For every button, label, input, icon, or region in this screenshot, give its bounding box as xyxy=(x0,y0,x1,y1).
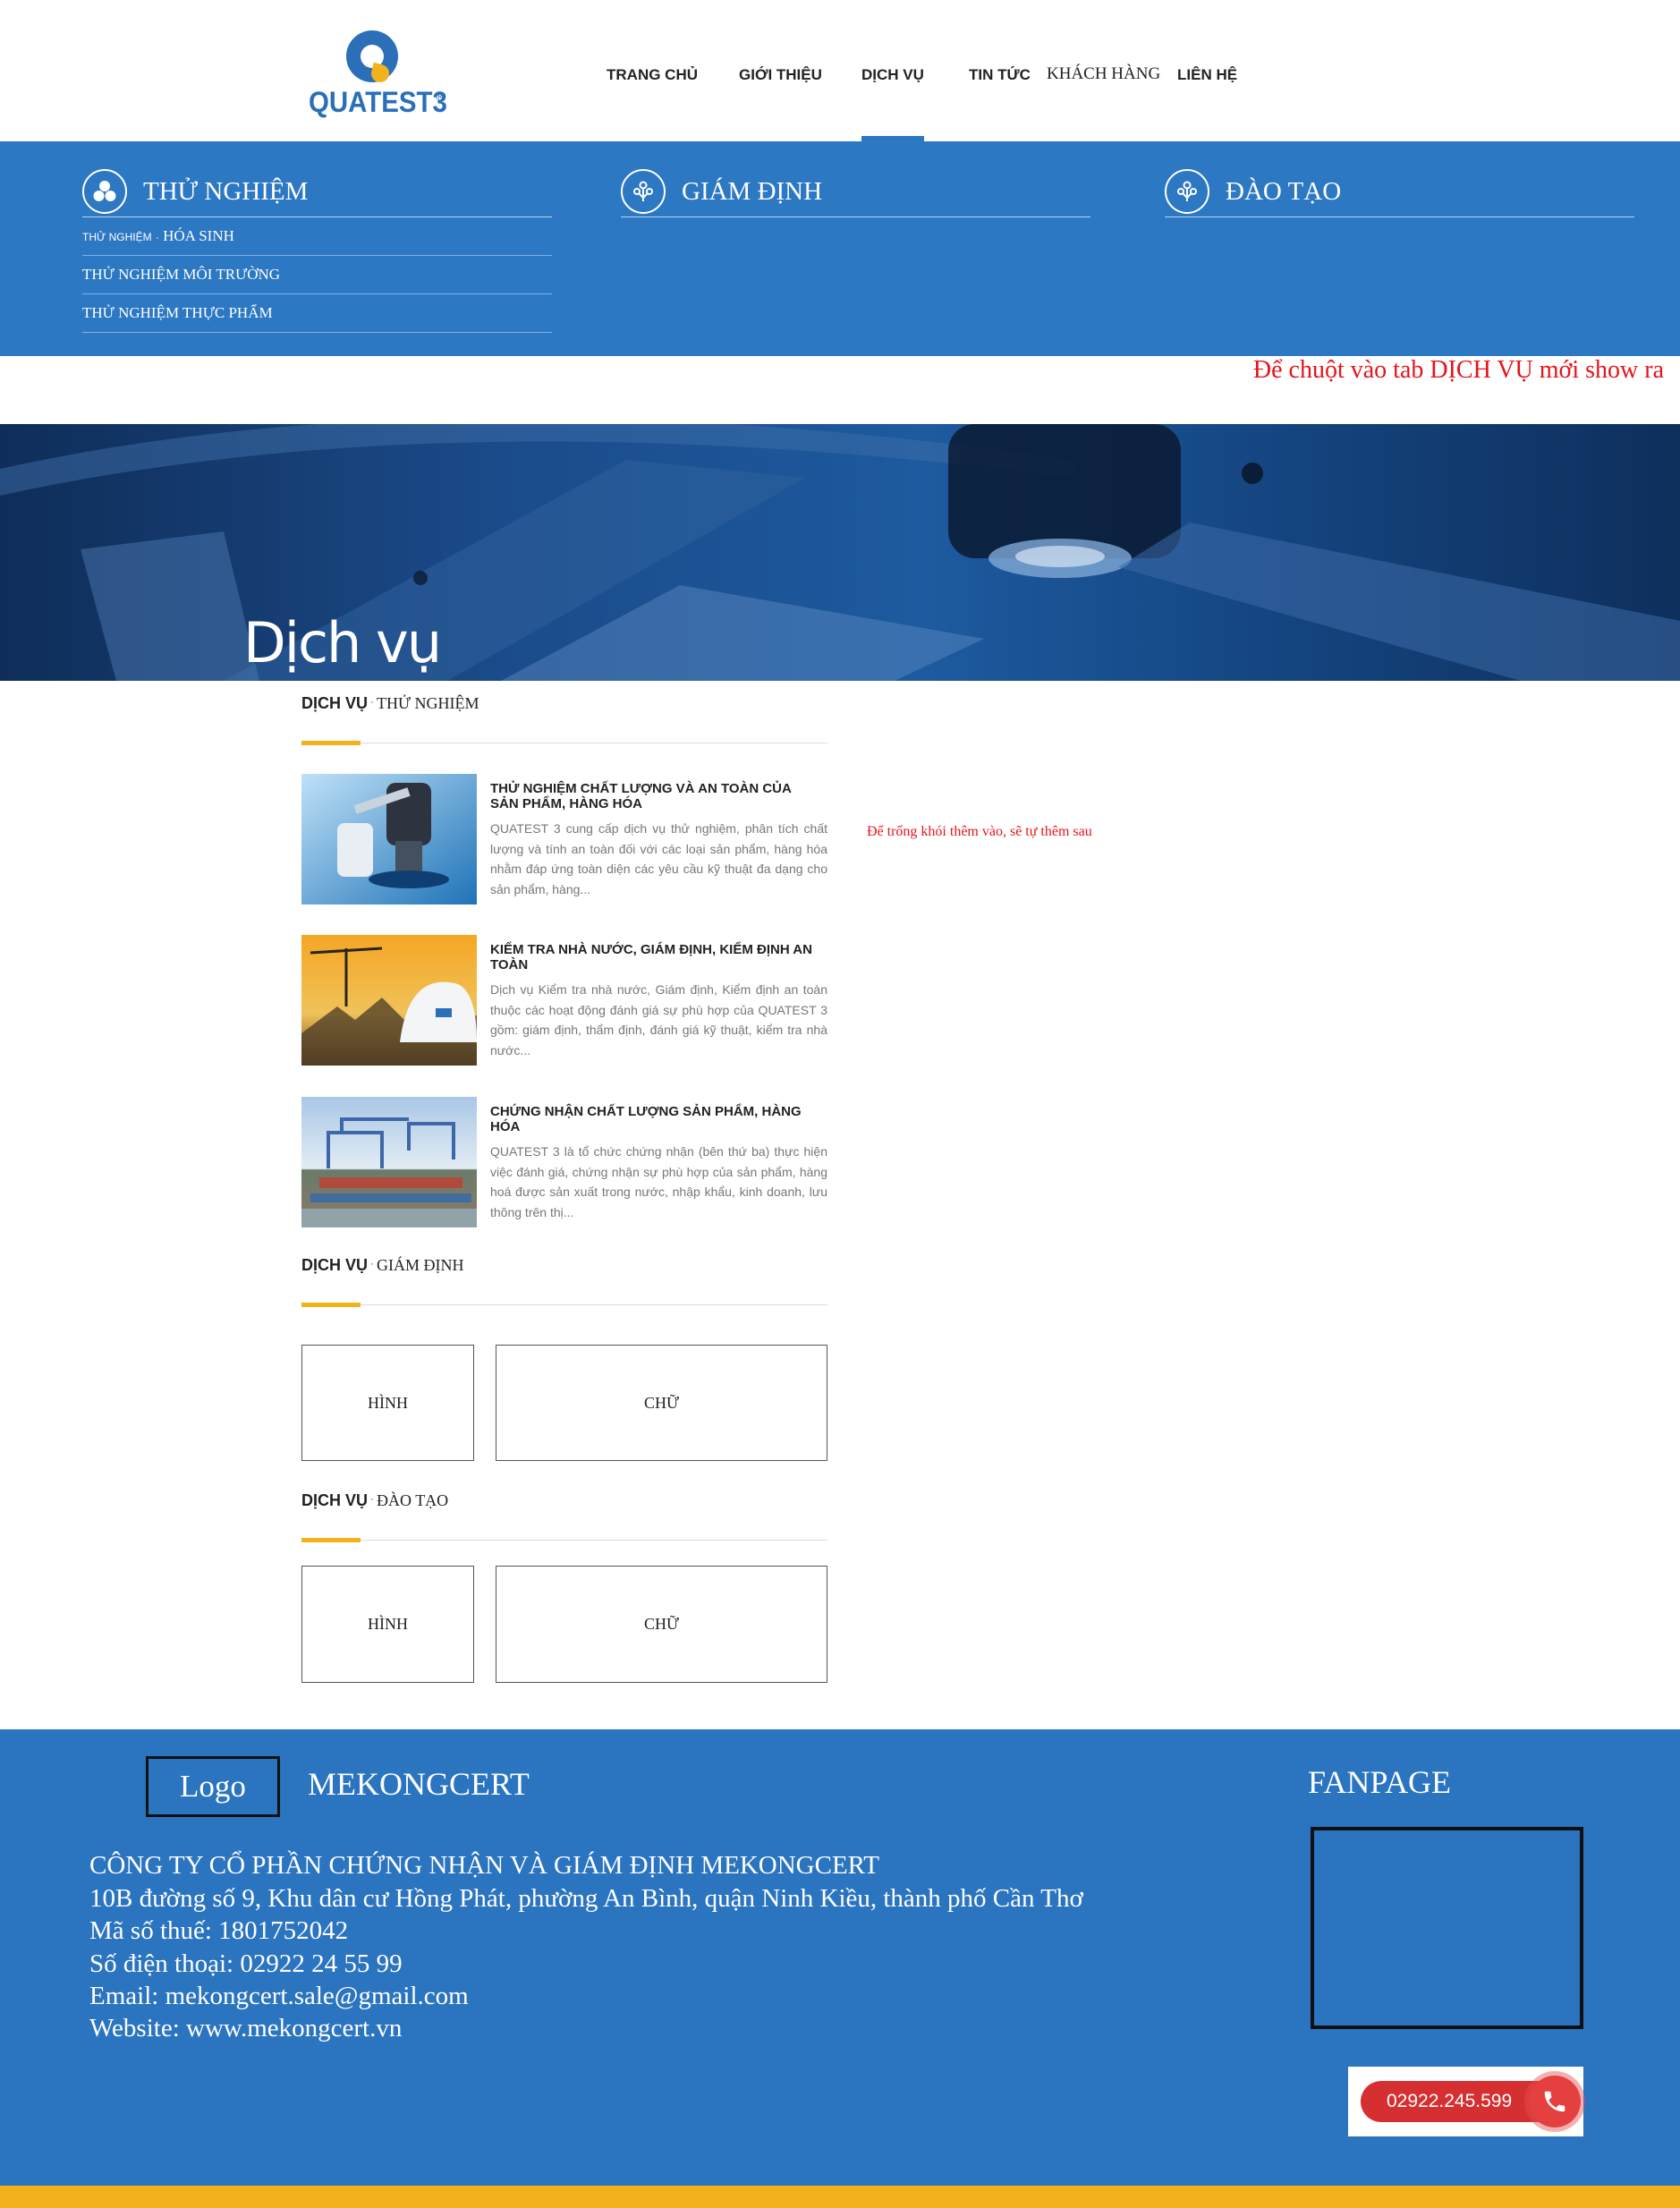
nav-gioi-thieu[interactable]: GIỚI THIỆU xyxy=(739,66,822,84)
services-mega-menu: THỬ NGHIỆM THỬ NGHIỆM · HÓA SINH THỬ NGH… xyxy=(0,141,1680,356)
section-underline xyxy=(301,1303,361,1307)
registered-mark: ® xyxy=(436,89,445,103)
mega-col-title: THỬ NGHIỆM xyxy=(143,176,309,206)
article-title[interactable]: CHỨNG NHẬN CHẤT LƯỢNG SẢN PHẨM, HÀNG HÓA xyxy=(490,1104,821,1134)
banner-title: Dịch vụ xyxy=(243,610,442,675)
nav-trang-chu[interactable]: TRANG CHỦ xyxy=(607,66,698,84)
footer-accent-strip xyxy=(0,2186,1680,2208)
mega-link-moi-truong[interactable]: THỬ NGHIỆM MÔI TRƯỜNG xyxy=(82,256,552,294)
section-underline xyxy=(301,1538,361,1542)
article-card[interactable]: THỬ NGHIỆM CHẤT LƯỢNG VÀ AN TOÀN CỦA SẢN… xyxy=(301,774,827,904)
section-label: DỊCH VỤ xyxy=(301,1491,369,1509)
nav-khach-hang[interactable]: KHÁCH HÀNG xyxy=(1047,64,1160,84)
phone-icon[interactable] xyxy=(1529,2076,1581,2127)
separator-dot: · xyxy=(370,695,375,708)
microscope-thumbnail[interactable] xyxy=(301,774,477,904)
three-circles-icon xyxy=(82,169,127,214)
image-placeholder: HÌNH xyxy=(301,1345,474,1461)
company-address: 10B đường số 9, Khu dân cư Hồng Phát, ph… xyxy=(89,1884,1083,1913)
separator-dot: · xyxy=(370,1492,375,1505)
mega-col-header[interactable]: THỬ NGHIỆM xyxy=(82,166,552,217)
article-desc: QUATEST 3 cung cấp dịch vụ thử nghiệm, p… xyxy=(490,821,827,896)
mega-col-title: ĐÀO TẠO xyxy=(1226,176,1342,206)
article-title[interactable]: KIỂM TRA NHÀ NƯỚC, GIÁM ĐỊNH, KIỂM ĐỊNH … xyxy=(490,942,821,972)
company-tax-code: Mã số thuế: 1801752042 xyxy=(89,1916,349,1945)
mega-link-prefix: THỬ NGHIỆM xyxy=(82,231,152,243)
footer-brand: MEKONGCERT xyxy=(308,1766,530,1802)
mega-col-thu-nghiem: THỬ NGHIỆM THỬ NGHIỆM · HÓA SINH THỬ NGH… xyxy=(82,166,552,333)
company-website[interactable]: Website: www.mekongcert.vn xyxy=(89,2014,402,2043)
section-header-dao-tao: DỊCH VỤ · ĐÀO TẠO xyxy=(301,1477,827,1542)
section-label: DỊCH VỤ xyxy=(301,694,369,712)
mega-col-giam-dinh: GIÁM ĐỊNH xyxy=(621,166,1090,217)
hotline-number: 02922.245.599 xyxy=(1387,2091,1513,2111)
mega-link-thuc-pham[interactable]: THỬ NGHIỆM THỰC PHẨM xyxy=(82,294,552,333)
text-placeholder: CHỮ xyxy=(496,1345,827,1461)
safety-helmet-thumbnail[interactable] xyxy=(301,935,477,1066)
section-underline xyxy=(301,741,361,745)
image-placeholder: HÌNH xyxy=(301,1566,474,1683)
site-header: QUATEST3 ® TRANG CHỦ GIỚI THIỆU DỊCH VỤ … xyxy=(0,0,1680,141)
section-header-giam-dinh: DỊCH VỤ · GIÁM ĐỊNH xyxy=(301,1242,827,1307)
section-label: DỊCH VỤ xyxy=(301,1256,369,1274)
separator-dot: · xyxy=(370,1257,375,1270)
article-card[interactable]: CHỨNG NHẬN CHẤT LƯỢNG SẢN PHẨM, HÀNG HÓA… xyxy=(301,1097,827,1227)
section-sub: THỬ NGHIỆM xyxy=(377,694,479,712)
quatest3-logo[interactable]: QUATEST3 ® xyxy=(309,29,452,123)
site-footer: Logo MEKONGCERT FANPAGE CÔNG TY CỔ PHẦN … xyxy=(0,1729,1680,2186)
article-desc: QUATEST 3 là tổ chức chứng nhận (bên thứ… xyxy=(490,1144,827,1219)
nav-lien-he[interactable]: LIÊN HỆ xyxy=(1177,66,1237,84)
section-sub: GIÁM ĐỊNH xyxy=(377,1256,464,1274)
company-email[interactable]: Email: mekongcert.sale@gmail.com xyxy=(89,1982,469,2011)
logo-text: QUATEST3 xyxy=(309,86,447,118)
nav-dich-vu[interactable]: DỊCH VỤ xyxy=(861,66,924,84)
mega-col-title: GIÁM ĐỊNH xyxy=(682,176,823,206)
footer-logo-placeholder[interactable]: Logo xyxy=(146,1756,280,1817)
hover-annotation: Để chuột vào tab DỊCH VỤ mới show ra xyxy=(1252,356,1664,384)
empty-block-annotation: Để trống khói thêm vào, sẽ tự thêm sau xyxy=(867,824,1092,839)
text-placeholder: CHỮ xyxy=(496,1566,827,1683)
mega-col-dao-tao: ĐÀO TẠO xyxy=(1165,166,1634,217)
company-name: CÔNG TY CỔ PHẦN CHỨNG NHẬN VÀ GIÁM ĐỊNH … xyxy=(89,1851,879,1880)
fanpage-heading: FANPAGE xyxy=(1308,1764,1452,1800)
branch-icon xyxy=(621,169,666,214)
mega-col-header[interactable]: GIÁM ĐỊNH xyxy=(621,166,1090,217)
nav-tin-tuc[interactable]: TIN TỨC xyxy=(969,66,1031,84)
article-desc: Dịch vụ Kiểm tra nhà nước, Giám định, Ki… xyxy=(490,982,827,1057)
article-card[interactable]: KIỂM TRA NHÀ NƯỚC, GIÁM ĐỊNH, KIỂM ĐỊNH … xyxy=(301,935,827,1066)
mega-col-header[interactable]: ĐÀO TẠO xyxy=(1165,166,1634,217)
hotline-widget[interactable]: 02922.245.599 xyxy=(1348,2067,1583,2136)
port-cranes-thumbnail[interactable] xyxy=(301,1097,477,1227)
mega-link-hoa-sinh[interactable]: THỬ NGHIỆM · HÓA SINH xyxy=(82,217,552,256)
page-banner: Dịch vụ xyxy=(0,424,1680,681)
article-title[interactable]: THỬ NGHIỆM CHẤT LƯỢNG VÀ AN TOÀN CỦA SẢN… xyxy=(490,781,821,811)
section-sub: ĐÀO TẠO xyxy=(377,1491,449,1509)
section-header-thu-nghiem: DỊCH VỤ · THỬ NGHIỆM xyxy=(301,680,827,745)
company-phone: Số điện thoại: 02922 24 55 99 xyxy=(89,1949,403,1978)
separator-dot: · xyxy=(155,231,159,243)
branch-icon xyxy=(1165,169,1209,214)
fanpage-embed-placeholder[interactable] xyxy=(1311,1827,1583,2029)
mega-link-label: HÓA SINH xyxy=(163,227,234,244)
